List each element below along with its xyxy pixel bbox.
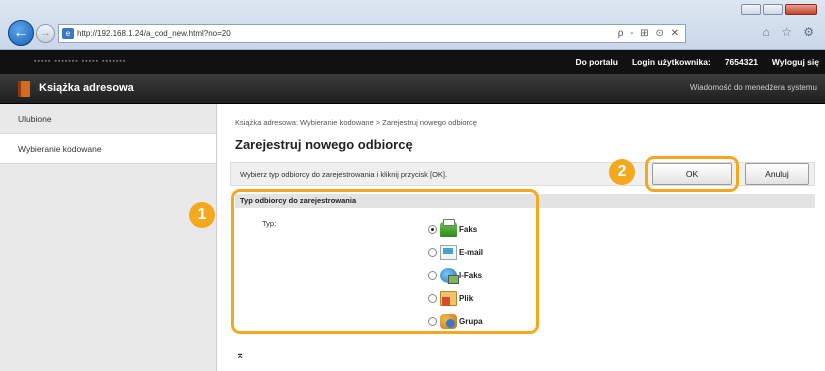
favicon-icon: e — [62, 28, 74, 39]
app-title: Książka adresowa — [39, 82, 134, 94]
sidebar: Ulubione Wybieranie kodowane — [0, 104, 217, 371]
device-name-blurred: ▪▪▪▪▪ ▪▪▪▪▪▪▪ ▪▪▪▪▪ ▪▪▪▪▪▪▪ — [34, 58, 127, 65]
tab-area: ⌂ ☆ ⚙ — [690, 22, 820, 44]
back-to-top-icon[interactable]: ⌅ — [236, 350, 244, 361]
back-button[interactable]: ← — [8, 20, 34, 46]
portal-link[interactable]: Do portalu — [575, 57, 618, 67]
callout-highlight-type-section — [231, 189, 539, 334]
login-label: Login użytkownika: — [631, 57, 711, 67]
address-tools[interactable]: ρ - ⊞ ⊙ ✕ — [618, 25, 681, 42]
top-links: Do portalu Login użytkownika: 7654321 Wy… — [575, 57, 819, 67]
cancel-button[interactable]: Anuluj — [745, 163, 809, 185]
sidebar-item-favorites[interactable]: Ulubione — [0, 104, 216, 134]
toolbar-icons[interactable]: ⌂ ☆ ⚙ — [763, 25, 818, 39]
maximize-icon[interactable] — [763, 4, 783, 15]
callout-highlight-ok — [645, 156, 739, 192]
address-book-icon — [18, 81, 30, 97]
browser-chrome: ← → e http://192.168.1.24/a_cod_new.html… — [0, 0, 825, 50]
callout-badge-2: 2 — [609, 159, 635, 185]
forward-button[interactable]: → — [36, 24, 55, 43]
app-title-bar: Książka adresowa Wiadomość do menedżera … — [0, 74, 825, 104]
window-controls — [741, 4, 817, 15]
minimize-icon[interactable] — [741, 4, 761, 15]
address-bar[interactable]: e http://192.168.1.24/a_cod_new.html?no=… — [58, 24, 686, 43]
page-title: Zarejestruj nowego odbiorcę — [235, 137, 413, 152]
close-icon[interactable] — [785, 4, 817, 15]
breadcrumb: Książka adresowa: Wybieranie kodowane > … — [235, 118, 477, 127]
top-bar: ▪▪▪▪▪ ▪▪▪▪▪▪▪ ▪▪▪▪▪ ▪▪▪▪▪▪▪ Do portalu L… — [0, 50, 825, 74]
sidebar-item-coded-dial[interactable]: Wybieranie kodowane — [0, 134, 216, 164]
address-url: http://192.168.1.24/a_cod_new.html?no=20 — [77, 29, 231, 38]
login-user: 7654321 — [724, 57, 758, 67]
instruction-text: Wybierz typ odbiorcy do zarejestrowania … — [240, 170, 448, 179]
callout-badge-1: 1 — [189, 202, 215, 228]
message-admin-link[interactable]: Wiadomość do menedżera systemu — [690, 83, 817, 92]
logout-link[interactable]: Wyloguj się — [772, 57, 819, 67]
